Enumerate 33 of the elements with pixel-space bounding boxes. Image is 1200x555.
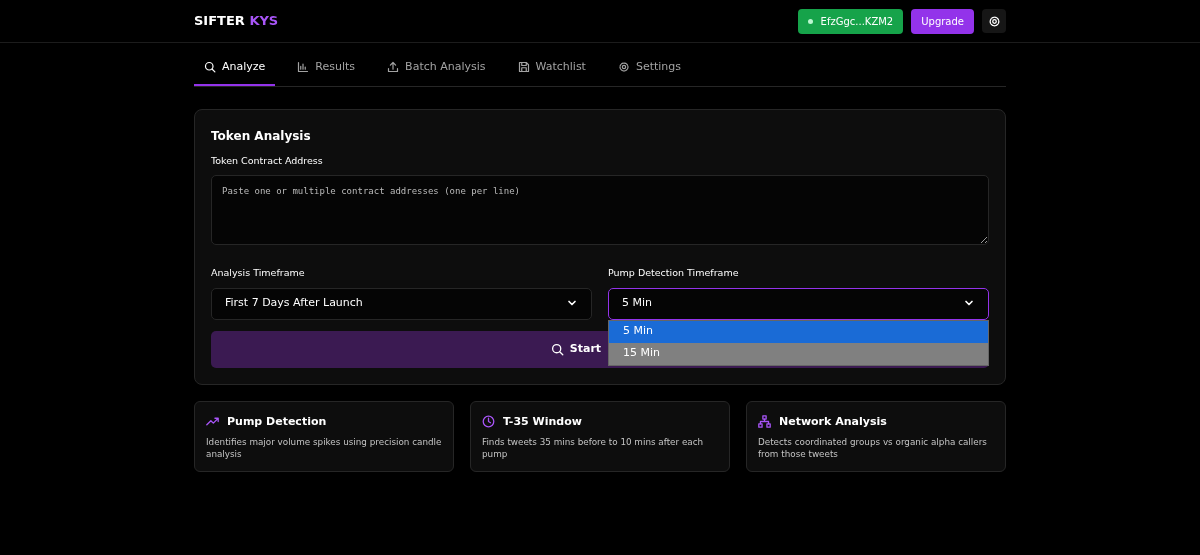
timeframe-select[interactable]: First 7 Days After Launch (211, 287, 592, 320)
address-field[interactable]: Paste one or multiple contract addresses (one per line) (211, 174, 989, 245)
settings-icon (617, 61, 630, 74)
field-label: Pump Detection Timeframe (608, 266, 740, 281)
status-dot (807, 18, 813, 24)
clock-icon (482, 415, 495, 429)
feature-title: Pump Detection (227, 413, 327, 430)
tab[interactable]: Analyze (194, 55, 276, 86)
tab[interactable]: Watchlist (507, 55, 596, 86)
tab[interactable]: Results (287, 55, 366, 86)
settings-icon (987, 14, 1001, 28)
network-icon (757, 415, 771, 429)
tab[interactable]: Batch Analysis (377, 55, 496, 86)
field-label: Token Contract Address (211, 153, 324, 168)
bar-chart-icon (297, 61, 310, 74)
tab[interactable]: Settings (607, 55, 692, 86)
brand-logo: SIFTER KYS (194, 12, 279, 31)
pump-select[interactable]: 5 Min (608, 287, 989, 320)
search-icon (550, 342, 564, 356)
dropdown-option[interactable]: 5 Min (609, 320, 988, 343)
upload-icon (387, 61, 400, 74)
feature-title: Network Analysis (778, 413, 887, 430)
save-icon (517, 61, 530, 74)
card-title: Token Analysis (211, 127, 312, 145)
feature-description: Identifies major volume spikes using precision candle analysis (206, 436, 442, 461)
upgrade-button[interactable]: Upgrade (911, 8, 974, 34)
search-icon (204, 61, 216, 74)
dropdown-option[interactable]: 15 Min (609, 342, 988, 365)
feature-title: T-35 Window (503, 413, 582, 430)
feature-description: Finds tweets 35 mins before to 10 mins after each pump (482, 436, 705, 461)
feature-description: Detects coordinated groups vs organic alpha callers from those tweets (757, 436, 988, 461)
field-label: Analysis Timeframe (211, 266, 306, 281)
settings-button[interactable] (982, 9, 1006, 33)
